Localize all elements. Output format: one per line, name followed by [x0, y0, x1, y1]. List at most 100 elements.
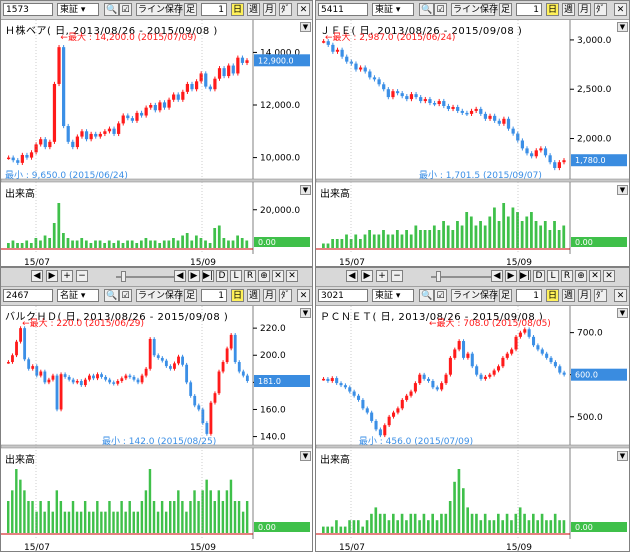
- volume-bar: [88, 511, 91, 533]
- candle-body: [479, 108, 483, 114]
- candle-body: [23, 328, 27, 360]
- candle-body: [492, 370, 496, 375]
- volume-bar: [372, 234, 376, 248]
- volume-bar: [451, 230, 455, 248]
- candle-body: [414, 94, 418, 98]
- candle-body: [75, 381, 79, 383]
- candle-body: [80, 131, 84, 137]
- volume-bar: [357, 520, 360, 533]
- candle-body: [396, 408, 400, 413]
- volume-bar: [368, 230, 371, 248]
- volume-bar: [340, 239, 344, 248]
- candle-body: [451, 106, 455, 109]
- max-annotation: ←最大 : 220.0 (2015/06/29): [22, 317, 144, 329]
- volume-bar: [374, 507, 378, 533]
- candle-body: [349, 61, 353, 64]
- y-tick-label: 200.0: [260, 351, 286, 361]
- price-chart-svg: 14,000.012,000.010,000.0←最大 : 14,200.0 (…: [1, 20, 312, 267]
- volume-bar: [514, 513, 518, 533]
- volume-bar: [107, 240, 111, 248]
- candle-body: [189, 382, 193, 396]
- candle-body: [488, 374, 492, 377]
- volume-dropdown-icon[interactable]: ▼: [617, 451, 628, 461]
- candle-body: [446, 105, 451, 109]
- volume-bar: [20, 243, 24, 248]
- candle-body: [440, 383, 444, 390]
- volume-bar: [363, 234, 367, 248]
- candle-body: [31, 366, 35, 369]
- volume-bar: [227, 240, 230, 248]
- candle-body: [15, 341, 18, 356]
- candle-body: [92, 375, 95, 379]
- last-price-label: 12,900.0: [258, 56, 294, 65]
- volume-bar: [104, 511, 107, 533]
- volume-label: 出来高: [320, 189, 350, 200]
- volume-bar: [343, 526, 347, 533]
- candle-body: [240, 57, 245, 63]
- volume-bar: [130, 240, 134, 248]
- volume-bar: [377, 234, 381, 248]
- volume-bar: [57, 203, 61, 248]
- candle-body: [213, 78, 217, 90]
- candle-body: [245, 375, 249, 381]
- volume-bar: [497, 221, 501, 248]
- volume-bar: [240, 238, 244, 248]
- volume-bar: [527, 520, 531, 533]
- candle-body: [48, 141, 52, 148]
- volume-bar: [483, 225, 487, 248]
- candle-body: [483, 376, 487, 379]
- candle-body: [181, 356, 184, 365]
- volume-bar: [185, 233, 189, 248]
- volume-bar: [558, 520, 561, 533]
- volume-bar: [245, 501, 249, 533]
- volume-dropdown-icon[interactable]: ▼: [617, 185, 628, 195]
- volume-dropdown-icon[interactable]: ▼: [300, 185, 311, 195]
- volume-bar: [474, 225, 478, 248]
- candle-body: [435, 387, 439, 390]
- candle-body: [25, 154, 29, 158]
- candle-body: [422, 374, 426, 379]
- candle-body: [104, 376, 108, 380]
- candle-body: [71, 141, 75, 148]
- volume-bar: [190, 240, 194, 248]
- volume-bar: [63, 511, 67, 533]
- candle-body: [462, 341, 466, 358]
- candle-body: [530, 153, 534, 157]
- volume-bar: [16, 243, 19, 248]
- candle-body: [120, 378, 124, 381]
- volume-bar: [543, 221, 547, 248]
- candle-body: [488, 115, 492, 119]
- volume-bar: [335, 520, 338, 533]
- candle-body: [326, 378, 330, 381]
- candle-body: [63, 374, 67, 377]
- volume-dropdown-icon[interactable]: ▼: [300, 451, 311, 461]
- volume-bar: [92, 511, 95, 533]
- candle-body: [185, 364, 189, 383]
- volume-bar: [456, 221, 459, 248]
- candle-body: [391, 91, 395, 98]
- volume-bar: [15, 469, 18, 533]
- candle-body: [428, 99, 432, 104]
- volume-bar: [326, 526, 329, 533]
- volume-bar: [322, 526, 325, 533]
- volume-bar: [549, 520, 553, 533]
- volume-bar: [382, 230, 385, 248]
- volume-bar: [440, 513, 443, 533]
- volume-bar: [103, 243, 107, 248]
- candle-body: [7, 362, 10, 364]
- candle-body: [121, 115, 125, 124]
- candle-body: [227, 65, 231, 77]
- volume-bar: [335, 239, 339, 248]
- volume-bar: [217, 225, 221, 248]
- volume-bar: [432, 225, 436, 248]
- candle-body: [514, 336, 518, 350]
- volume-bar: [217, 490, 221, 533]
- candle-body: [413, 383, 417, 392]
- candle-body: [67, 376, 71, 380]
- volume-bar: [204, 240, 207, 248]
- volume-bar: [446, 225, 450, 248]
- candle-body: [358, 67, 363, 70]
- volume-bar: [431, 513, 434, 533]
- volume-bar: [370, 513, 373, 533]
- x-tick-label: 15/09: [190, 258, 216, 267]
